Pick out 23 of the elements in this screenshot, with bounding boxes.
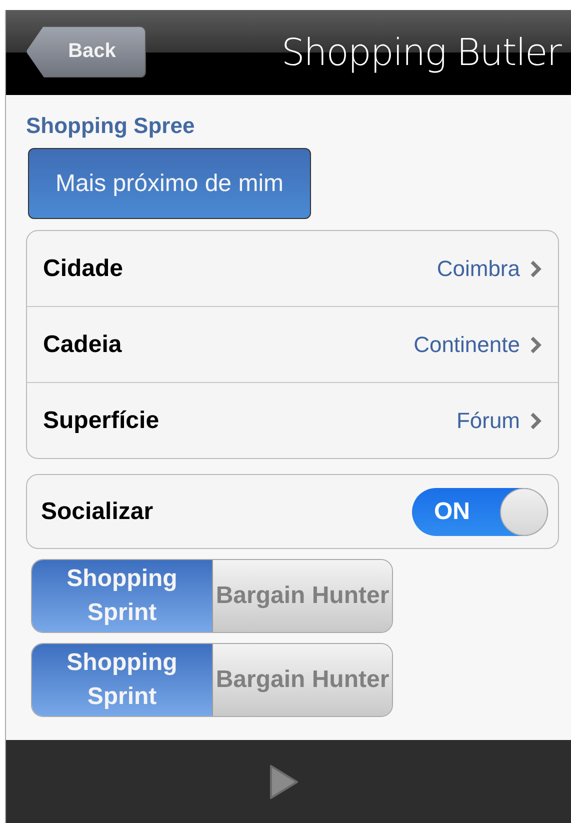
row-label: Cadeia [43, 330, 123, 358]
window-title: Shopping Butler [281, 31, 561, 74]
segment-button[interactable]: Bargain Hunter [212, 560, 392, 632]
chevron-icon [530, 412, 542, 430]
row-label: Superfície [43, 406, 160, 434]
chevron-icon [530, 260, 542, 278]
row-value: Coimbra [436, 256, 520, 282]
nearest-button[interactable]: Mais próximo de mim [28, 148, 311, 219]
segment-button[interactable]: Shopping Sprint [32, 560, 212, 632]
settings-row[interactable]: Cidade Coimbra [27, 231, 558, 306]
segment-button[interactable]: Bargain Hunter [212, 644, 392, 716]
toggle-label: Socializar [41, 498, 154, 526]
segment-button[interactable]: Shopping Sprint [32, 644, 212, 716]
play-icon[interactable] [268, 764, 298, 800]
row-label: Cidade [43, 254, 124, 282]
toggle-switch[interactable]: ON [412, 488, 548, 536]
back-button[interactable]: Back [26, 26, 146, 78]
row-value: Fórum [456, 408, 520, 434]
row-value: Continente [414, 332, 520, 358]
section-title: Shopping Spree [26, 113, 195, 139]
chevron-icon [530, 336, 542, 354]
settings-row[interactable]: Superfície Fórum [27, 382, 558, 458]
settings-row[interactable]: Cadeia Continente [27, 306, 558, 382]
